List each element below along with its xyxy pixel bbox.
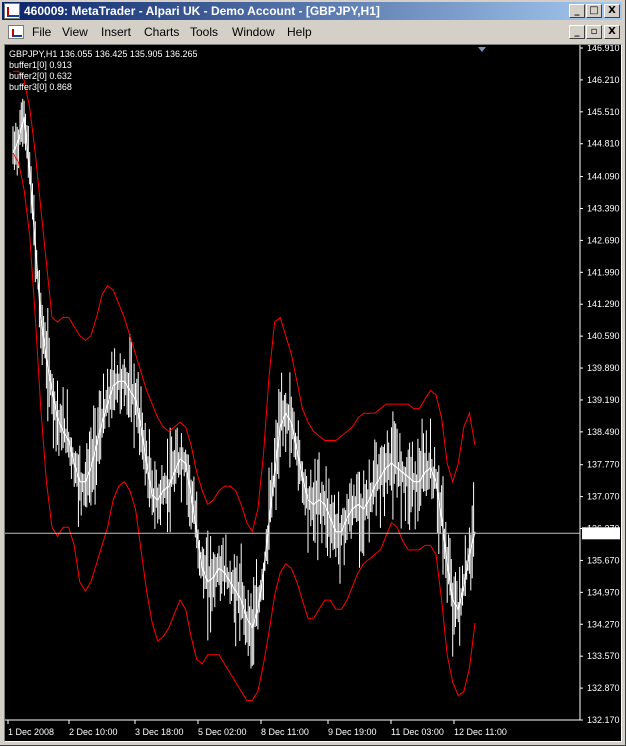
price-tick-label: 140.590: [587, 331, 620, 341]
menu-help[interactable]: Help: [285, 22, 314, 42]
price-tick-label: 146.210: [587, 75, 620, 85]
title-bar[interactable]: 460009: MetaTrader - Alpari UK - Demo Ac…: [2, 2, 622, 20]
price-scale: 146.910 146.210 145.510 144.810 144.090 143.3…: [580, 45, 620, 725]
buffer2-value: buffer2[0] 0.632: [9, 71, 72, 81]
current-price-value: 136.265: [585, 528, 618, 538]
price-tick-label: 139.890: [587, 363, 620, 373]
price-tick-label: 139.190: [587, 395, 620, 405]
chart-minimize-button[interactable]: _: [569, 25, 585, 39]
chart-header: GBPJPY,H1 136.055 136.425 135.905 136.26…: [9, 49, 198, 59]
price-tick-label: 143.390: [587, 203, 620, 213]
menu-bar: File View Insert Charts Tools Window Hel…: [2, 22, 622, 42]
price-tick-label: 137.770: [587, 460, 620, 470]
minimize-button[interactable]: _: [569, 4, 585, 18]
price-tick-label: 134.970: [587, 587, 620, 597]
price-tick-label: 145.510: [587, 107, 620, 117]
close-button[interactable]: X: [604, 4, 620, 18]
menu-window[interactable]: Window: [230, 22, 277, 42]
price-tick-label: 135.670: [587, 555, 620, 565]
menu-file[interactable]: File: [30, 22, 53, 42]
price-tick-label: 144.810: [587, 139, 620, 149]
buffer1-value: buffer1[0] 0.913: [9, 60, 72, 70]
chart-close-button[interactable]: X: [604, 25, 620, 39]
price-chart[interactable]: 146.910 146.210 145.510 144.810 144.090 143.3…: [5, 45, 621, 741]
price-tick-label: 132.170: [587, 715, 620, 725]
menu-tools[interactable]: Tools: [188, 22, 220, 42]
time-scale: 1 Dec 2008 2 Dec 10:00 3 Dec 18:00 5 Dec 02…: [7, 720, 507, 737]
price-tick-label: 137.070: [587, 492, 620, 502]
menu-insert[interactable]: Insert: [99, 22, 133, 42]
chart-area[interactable]: 146.910 146.210 145.510 144.810 144.090 143.3…: [4, 44, 622, 742]
buffer3-value: buffer3[0] 0.868: [9, 82, 72, 92]
price-tick-label: 133.570: [587, 651, 620, 661]
window-title: 460009: MetaTrader - Alpari UK - Demo Ac…: [24, 4, 380, 18]
price-tick-label: 141.290: [587, 299, 620, 309]
time-tick-label: 12 Dec 11:00: [454, 727, 507, 737]
time-tick-label: 11 Dec 03:00: [391, 727, 444, 737]
chart-restore-button[interactable]: ▫: [586, 25, 602, 39]
time-tick-label: 3 Dec 18:00: [135, 727, 184, 737]
app-icon: [4, 3, 20, 19]
indicator-line-2: [13, 70, 476, 533]
time-tick-label: 8 Dec 11:00: [261, 727, 309, 737]
menu-charts[interactable]: Charts: [142, 22, 181, 42]
price-tick-label: 134.270: [587, 619, 620, 629]
price-bars: [12, 98, 475, 669]
menu-view[interactable]: View: [60, 22, 90, 42]
price-tick-label: 141.990: [587, 267, 620, 277]
maximize-button[interactable]: □: [586, 4, 602, 18]
price-tick-label: 144.090: [587, 172, 620, 182]
chart-shift-marker[interactable]: [478, 47, 486, 52]
price-tick-label: 132.870: [587, 683, 620, 693]
time-tick-label: 2 Dec 10:00: [69, 727, 118, 737]
time-tick-label: 5 Dec 02:00: [198, 727, 247, 737]
price-tick-label: 138.490: [587, 427, 620, 437]
price-tick-label: 142.690: [587, 235, 620, 245]
current-price-label: 136.265: [582, 527, 620, 540]
metatrader-window: 460009: MetaTrader - Alpari UK - Demo Ac…: [0, 0, 626, 746]
indicator-line-1: [12, 116, 476, 629]
time-tick-label: 9 Dec 19:00: [328, 727, 377, 737]
chart-window-icon[interactable]: [8, 25, 24, 39]
price-tick-label: 146.910: [587, 45, 620, 53]
time-tick-label: 1 Dec 2008: [8, 727, 54, 737]
